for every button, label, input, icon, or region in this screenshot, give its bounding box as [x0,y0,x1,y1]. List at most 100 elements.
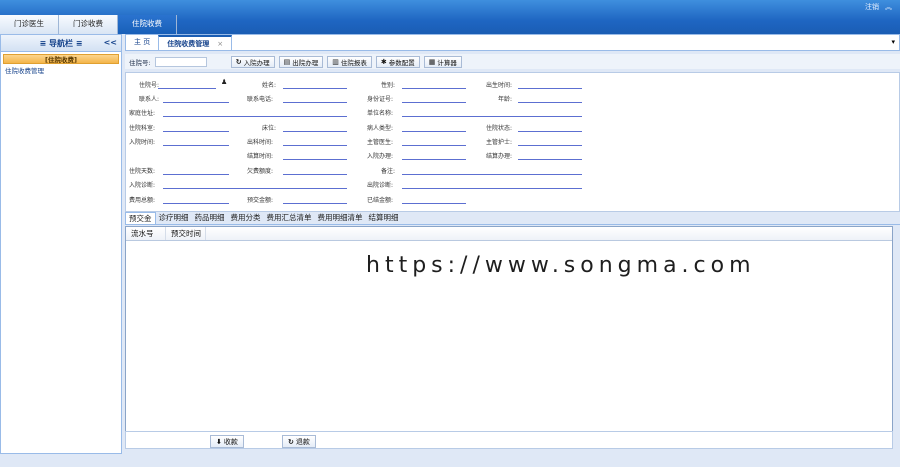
stay-days-field[interactable] [163,174,229,175]
column-serial-no[interactable]: 流水号 [126,227,166,240]
grid-header: 流水号 预交时间 [126,227,892,241]
remark-label: 备注: [381,168,396,175]
deposit-amount-label: 预交金额: [247,197,274,204]
doctor-field[interactable] [402,145,466,146]
contact-label: 联系人: [139,96,160,103]
total-cost-field[interactable] [163,203,229,204]
discharge-button[interactable]: ▤ 出院办理 [278,55,324,68]
settled-amount-field[interactable] [402,203,466,204]
tab-inpatient-billing-mgmt[interactable]: 住院收费管理 × [158,35,233,50]
report-button[interactable]: ▥ 住院报表 [327,55,372,68]
sidebar-group[interactable]: [住院收费] [3,54,119,64]
admission-no-input[interactable] [154,56,207,67]
tab-cost-category[interactable]: 费用分类 [228,212,264,224]
sidebar-item-inpatient-billing[interactable]: 住院收费管理 [1,66,121,77]
admit-diagnosis-label: 入院诊断: [129,182,156,189]
discharge-diagnosis-field[interactable] [402,188,582,189]
bed-field[interactable] [283,131,347,132]
tab-cost-detail-list[interactable]: 费用明细清单 [315,212,366,224]
menu-icon: ≡ [39,38,49,48]
remark-field[interactable] [402,174,582,175]
column-deposit-time[interactable]: 预交时间 [166,227,206,240]
chevron-up-icon[interactable]: ︽ [885,2,892,12]
tab-drug-detail[interactable]: 药品明细 [192,212,228,224]
patient-info-form: 住院号: ♟ 姓名: 性别: 出生时间: 联系人: 联系电话: 身份证号: 年龄… [125,72,900,212]
admission-no-field-label: 住院号: [139,82,160,89]
total-cost-label: 费用总额: [129,197,156,204]
patient-type-label: 病人类型: [367,125,394,132]
close-icon[interactable]: × [217,40,223,48]
phone-field[interactable] [283,102,347,103]
settle-time-label: 结算时间: [247,153,274,160]
tab-cost-summary[interactable]: 费用汇总清单 [264,212,315,224]
arrears-label: 欠费额度: [247,168,274,175]
admit-diagnosis-field[interactable] [163,188,347,189]
arrears-field[interactable] [283,174,347,175]
watermark: https://www.songma.com [364,253,758,278]
main-tab-strip: 主 页 住院收费管理 × ▾ [125,34,900,51]
status-field[interactable] [518,131,582,132]
detail-tabs: 预交金 诊疗明细 药品明细 费用分类 费用汇总清单 费用明细清单 结算明细 [125,212,900,225]
contact-field[interactable] [163,102,229,103]
company-field[interactable] [402,116,582,117]
tab-treatment-detail[interactable]: 诊疗明细 [156,212,192,224]
admission-no-field[interactable] [158,88,216,89]
id-number-label: 身份证号: [367,96,394,103]
address-field[interactable] [163,116,347,117]
birth-time-label: 出生时间: [486,82,513,89]
collapse-icon[interactable]: << [104,38,117,47]
deposit-amount-field[interactable] [283,203,347,204]
gender-field[interactable] [402,88,466,89]
admission-no-label: 住院号: [129,58,151,67]
tab-outpatient-doctor[interactable]: 门诊医生 [0,15,59,34]
admit-handler-label: 入院办理: [367,153,394,160]
settle-handler-label: 结算办理: [486,153,513,160]
calculator-button[interactable]: ▦ 计算器 [423,55,462,68]
sidebar-title: 导航栏 [49,38,73,48]
logout-link[interactable]: 注销 [865,2,879,12]
menu-icon: ≡ [73,38,83,48]
chart-icon: ▥ [332,57,339,66]
calculator-icon: ▦ [428,57,436,66]
chevron-down-icon[interactable]: ▾ [891,38,895,46]
age-label: 年龄: [498,96,513,103]
address-label: 家庭住址: [129,110,156,117]
settled-amount-label: 已结金额: [367,197,394,204]
admit-handler-field[interactable] [402,159,466,160]
name-label: 姓名: [262,82,277,89]
admit-time-field[interactable] [163,145,229,146]
discharge-diagnosis-label: 出院诊断: [367,182,394,189]
gear-icon: ✱ [380,57,387,66]
refresh-icon: ↻ [288,437,294,446]
collect-payment-button[interactable]: ⬇ 收款 [210,435,244,448]
bed-label: 床位: [262,125,277,132]
settings-button[interactable]: ✱ 参数配置 [375,55,420,68]
tab-deposit[interactable]: 预交金 [125,212,156,224]
status-bar [0,454,900,467]
tab-outpatient-billing[interactable]: 门诊收费 [59,15,118,34]
department-field[interactable] [163,131,229,132]
tab-home[interactable]: 主 页 [126,35,158,50]
name-field[interactable] [283,88,347,89]
person-icon[interactable]: ♟ [221,78,227,86]
main-panel: 主 页 住院收费管理 × ▾ 住院号: ↻ 入院办理 ▤ 出院办理 ▥ 住院报表 ✱ 参数… [125,34,900,467]
discharge-time-label: 出科时间: [247,139,274,146]
patient-type-field[interactable] [402,131,466,132]
module-tabs: 门诊医生 门诊收费 住院收费 [0,15,177,34]
refund-button[interactable]: ↻ 退款 [282,435,316,448]
tab-inpatient-billing[interactable]: 住院收费 [118,15,177,34]
top-right-links: 注销 ︽ [865,2,892,12]
birth-time-field[interactable] [518,88,582,89]
settle-time-field[interactable] [283,159,347,160]
admit-button[interactable]: ↻ 入院办理 [230,55,275,68]
settle-handler-field[interactable] [518,159,582,160]
id-number-field[interactable] [402,102,466,103]
stay-days-label: 住院天数: [129,168,156,175]
tab-settlement-detail[interactable]: 结算明细 [366,212,402,224]
status-label: 住院状态: [486,125,513,132]
age-field[interactable] [518,102,582,103]
phone-label: 联系电话: [247,96,274,103]
nurse-field[interactable] [518,145,582,146]
doctor-label: 主管医生: [367,139,394,146]
discharge-time-field[interactable] [283,145,347,146]
